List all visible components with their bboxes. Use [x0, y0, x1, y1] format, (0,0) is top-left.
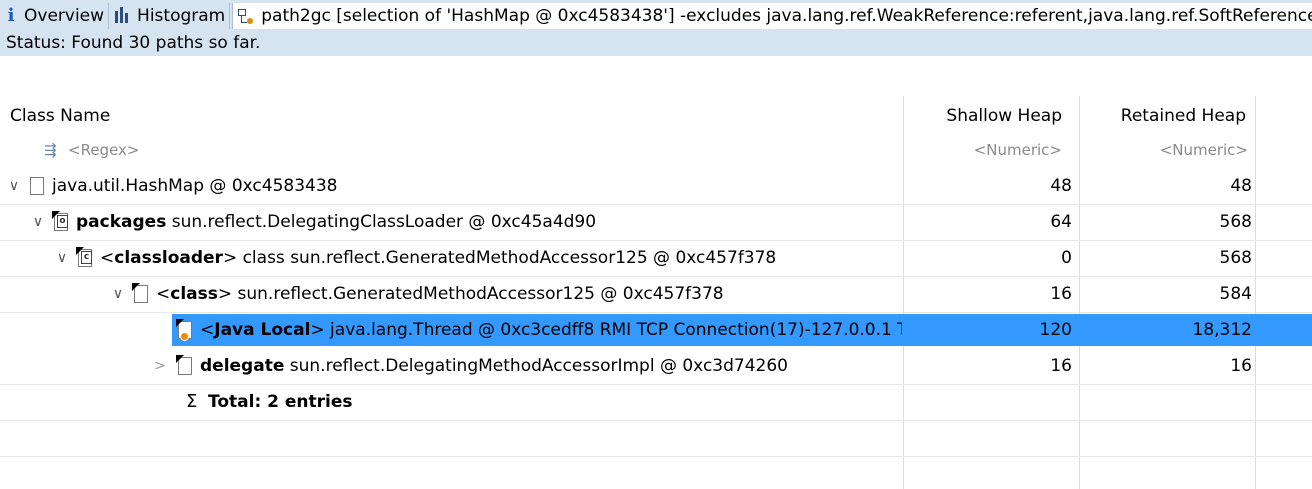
- tab-histogram[interactable]: Histogram: [109, 3, 231, 29]
- shallow-heap-filter-input[interactable]: <Numeric>: [904, 132, 1062, 168]
- regex-filter-icon: ⇶: [44, 141, 57, 159]
- expand-toggle[interactable]: ∨: [54, 240, 70, 276]
- expand-toggle[interactable]: >: [152, 348, 168, 384]
- retained-heap-value: 568: [1219, 248, 1252, 268]
- retained-heap-value: 48: [1230, 176, 1252, 196]
- sum-icon: Σ: [186, 391, 198, 412]
- retained-heap-filter-input[interactable]: <Numeric>: [1080, 132, 1248, 168]
- shallow-heap-value: 48: [1050, 176, 1072, 196]
- table-row[interactable]: ∨ <class> sun.reflect.GeneratedMethodAcc…: [0, 276, 1312, 313]
- shallow-heap-value: 16: [1050, 356, 1072, 376]
- tab-strip: i Overview Histogram path2gc [selection …: [0, 0, 1312, 30]
- row-label: delegate sun.reflect.DelegatingMethodAcc…: [200, 356, 788, 376]
- total-label: Total: 2 entries: [208, 392, 353, 412]
- filter-row: ⇶ <Regex> <Numeric> <Numeric>: [0, 132, 1312, 168]
- retained-heap-value: 16: [1230, 356, 1252, 376]
- object-icon: [30, 177, 44, 195]
- empty-row: [0, 456, 1312, 489]
- histogram-icon: [113, 7, 131, 25]
- tab-path2gc[interactable]: path2gc [selection of 'HashMap @ 0xc4583…: [232, 3, 1312, 29]
- table-row-selected[interactable]: <Java Local> java.lang.Thread @ 0xc3cedf…: [0, 312, 1312, 348]
- row-label: <Java Local> java.lang.Thread @ 0xc3cedf…: [200, 320, 902, 340]
- retained-heap-value: 584: [1219, 284, 1252, 304]
- column-header-row: Class Name Shallow Heap Retained Heap: [0, 98, 1312, 134]
- classloader-object-icon: o: [52, 211, 68, 231]
- thread-object-icon: [176, 319, 192, 341]
- retained-heap-value: 18,312: [1192, 320, 1252, 340]
- table-row[interactable]: ∨ c <classloader> class sun.reflect.Gene…: [0, 240, 1312, 277]
- expand-toggle[interactable]: ∨: [110, 276, 126, 312]
- path-to-gc-icon: [237, 7, 255, 25]
- column-header-class-name[interactable]: Class Name: [10, 98, 910, 134]
- table-row[interactable]: ∨ java.util.HashMap @ 0xc4583438 48 48: [0, 168, 1312, 205]
- table-row[interactable]: ∨ o packages sun.reflect.DelegatingClass…: [0, 204, 1312, 241]
- row-label: <classloader> class sun.reflect.Generate…: [100, 248, 777, 268]
- tab-overview-label: Overview: [24, 6, 105, 26]
- table-row[interactable]: > delegate sun.reflect.DelegatingMethodA…: [0, 348, 1312, 385]
- column-header-shallow-heap[interactable]: Shallow Heap: [910, 98, 1062, 134]
- empty-row: [0, 420, 1312, 457]
- retained-heap-value: 568: [1219, 212, 1252, 232]
- row-label: packages sun.reflect.DelegatingClassLoad…: [76, 212, 597, 232]
- regex-filter-input[interactable]: <Regex>: [68, 132, 368, 168]
- total-row[interactable]: Σ Total: 2 entries: [0, 384, 1312, 421]
- expand-toggle[interactable]: ∨: [30, 204, 46, 240]
- path2gc-view: i Overview Histogram path2gc [selection …: [0, 0, 1312, 489]
- shallow-heap-value: 16: [1050, 284, 1072, 304]
- object-icon: [132, 283, 148, 303]
- tab-overview[interactable]: i Overview: [0, 3, 110, 29]
- status-text: Status: Found 30 paths so far.: [6, 33, 261, 53]
- class-object-icon: c: [76, 247, 92, 267]
- column-header-retained-heap[interactable]: Retained Heap: [1086, 98, 1246, 134]
- info-icon: i: [7, 5, 15, 26]
- shallow-heap-value: 120: [1039, 320, 1072, 340]
- object-icon: [176, 355, 192, 375]
- editor-tabbar: i Overview Histogram path2gc [selection …: [0, 0, 1312, 56]
- tab-path2gc-label: path2gc [selection of 'HashMap @ 0xc4583…: [261, 6, 1312, 26]
- row-label: <class> sun.reflect.GeneratedMethodAcces…: [156, 284, 724, 304]
- shallow-heap-value: 0: [1061, 248, 1072, 268]
- tab-histogram-label: Histogram: [137, 6, 226, 26]
- row-label: java.util.HashMap @ 0xc4583438: [52, 176, 338, 196]
- expand-toggle[interactable]: ∨: [6, 168, 22, 204]
- shallow-heap-value: 64: [1050, 212, 1072, 232]
